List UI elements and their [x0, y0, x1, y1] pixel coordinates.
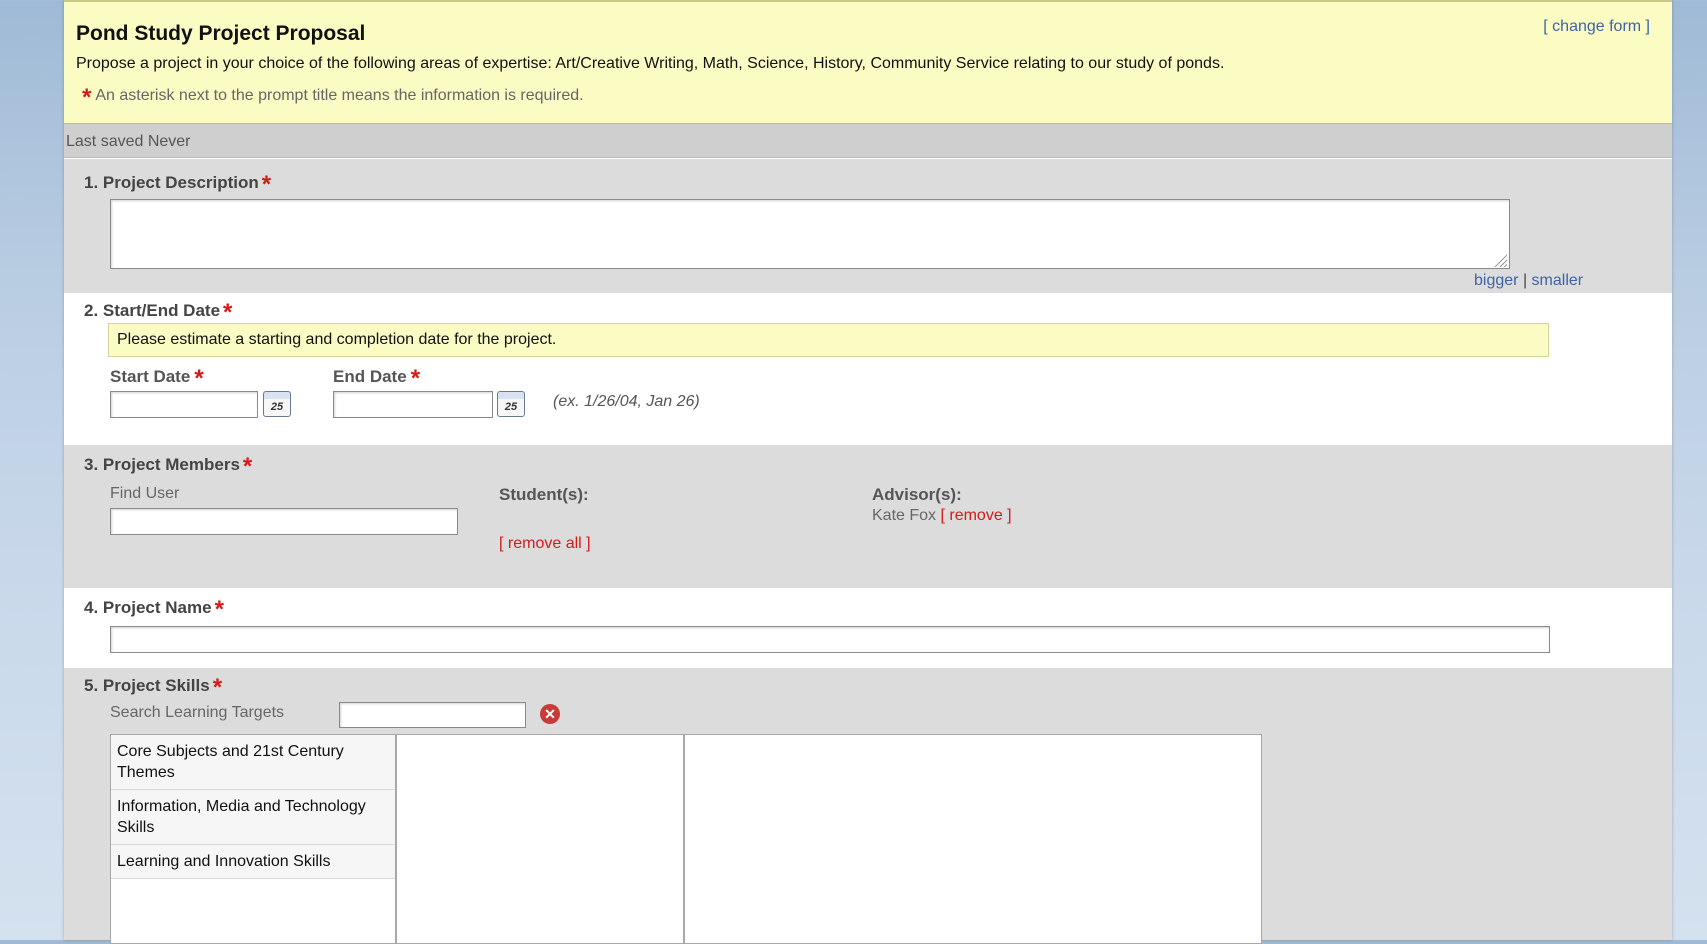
question-project-skills: 5. Project Skills * Search Learning Targe… [64, 668, 1672, 944]
form-title: Pond Study Project Proposal [76, 22, 366, 45]
start-date-input[interactable] [110, 391, 258, 418]
required-star-icon: * [212, 674, 223, 701]
find-user-input[interactable] [110, 508, 458, 535]
resize-grip-icon[interactable] [1493, 253, 1507, 267]
question-label: 5. Project Skills * [84, 674, 222, 702]
advisor-entry: Kate Fox [ remove ] [872, 507, 1012, 525]
date-hint: Please estimate a starting and completio… [108, 323, 1549, 357]
last-saved-status: Last saved Never [64, 123, 1672, 158]
advisors-label: Advisor(s): [872, 485, 962, 504]
search-targets-input[interactable] [339, 702, 526, 728]
advisor-remove-link[interactable]: [ remove ] [940, 507, 1011, 524]
targets-detail-list[interactable] [684, 734, 1262, 944]
link-separator: | [1522, 272, 1528, 289]
question-label: 4. Project Name * [84, 596, 224, 624]
targets-category-list: Core Subjects and 21st Century Themes In… [110, 734, 396, 944]
bigger-link[interactable]: bigger [1474, 272, 1518, 289]
resize-links: bigger | smaller [1474, 272, 1583, 290]
list-item[interactable]: Core Subjects and 21st Century Themes [111, 735, 395, 790]
required-note-text: An asterisk next to the prompt title mea… [95, 87, 584, 104]
question-label-text: 3. Project Members [84, 455, 240, 474]
list-item[interactable]: Learning and Innovation Skills [111, 845, 395, 879]
calendar-icon[interactable]: 25 [497, 391, 525, 417]
question-start-end-date: 2. Start/End Date * Please estimate a sta… [64, 293, 1672, 445]
required-note: * An asterisk next to the prompt title me… [82, 84, 584, 112]
question-label-text: 4. Project Name [84, 598, 212, 617]
project-description-textarea[interactable] [110, 199, 1510, 269]
calendar-icon[interactable]: 25 [263, 391, 291, 417]
advisor-name: Kate Fox [872, 507, 937, 524]
form-page: Pond Study Project Proposal [ change for… [64, 0, 1672, 944]
start-date-label-text: Start Date [110, 367, 191, 386]
question-label: 3. Project Members * [84, 453, 252, 481]
question-label: 1. Project Description * [84, 171, 271, 199]
question-project-description: 1. Project Description * bigger | smaller [64, 159, 1672, 293]
change-form-link[interactable]: [ change form ] [1543, 18, 1650, 36]
required-star-icon: * [410, 365, 421, 392]
required-star-icon: * [82, 84, 92, 111]
form-description: Propose a project in your choice of the … [76, 55, 1225, 72]
remove-all-link[interactable]: [ remove all ] [499, 535, 591, 553]
project-name-input[interactable] [110, 626, 1550, 653]
required-star-icon: * [214, 596, 224, 623]
clear-search-icon[interactable]: ✕ [540, 704, 560, 724]
students-label: Student(s): [499, 485, 589, 504]
date-format-example: (ex. 1/26/04, Jan 26) [553, 393, 700, 410]
required-star-icon: * [223, 299, 233, 326]
question-label-text: 1. Project Description [84, 173, 259, 192]
search-targets-label: Search Learning Targets [110, 704, 285, 721]
smaller-link[interactable]: smaller [1532, 272, 1584, 289]
find-user-label: Find User [110, 485, 180, 502]
question-project-members: 3. Project Members * Find User Student(s)… [64, 445, 1672, 588]
required-star-icon: * [242, 453, 253, 480]
end-date-label: End Date * [333, 365, 420, 393]
question-label-text: 2. Start/End Date [84, 301, 221, 320]
required-star-icon: * [194, 365, 204, 392]
targets-subcategory-list[interactable] [396, 734, 684, 944]
end-date-input[interactable] [333, 391, 493, 418]
list-item[interactable]: Information, Media and Technology Skills [111, 790, 395, 845]
question-label-text: 5. Project Skills [84, 676, 210, 695]
required-star-icon: * [261, 171, 272, 198]
end-date-label-text: End Date [333, 367, 407, 386]
form-header: Pond Study Project Proposal [ change for… [64, 0, 1672, 124]
question-project-name: 4. Project Name * [64, 588, 1672, 668]
start-date-label: Start Date * [110, 365, 204, 393]
